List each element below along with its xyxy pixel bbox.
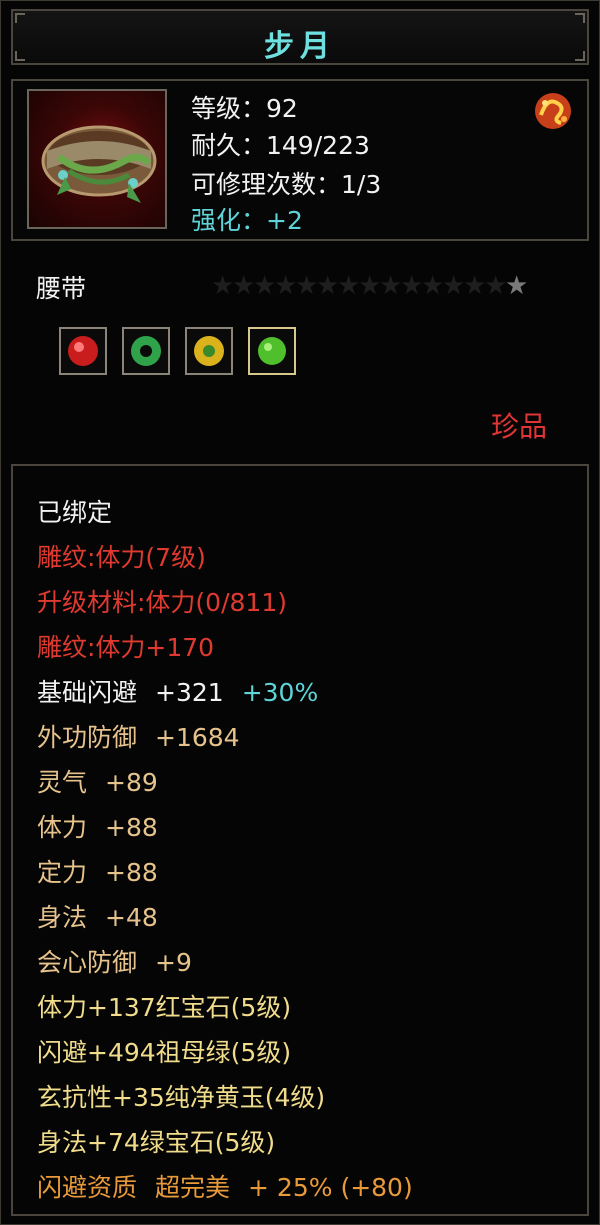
attr-spirit: 灵气 +89 <box>37 768 158 798</box>
attr-dodge-base: 基础闪避 +321 +30% <box>37 678 318 708</box>
attr-label: 灵气 <box>37 768 88 797</box>
attr-label: 体力 <box>37 813 88 842</box>
attr-crit-def: 会心防御 +9 <box>37 948 192 978</box>
attr-label: 基础闪避 <box>37 678 138 707</box>
quality-line: 闪避资质 超完美 + 25% (+80) <box>37 1173 413 1203</box>
star-icon: ★ <box>316 271 340 301</box>
attr-value: +9 <box>155 948 192 977</box>
gem-bonus-line-1: 体力+137红宝石(5级) <box>37 993 292 1022</box>
ruby-gem-icon <box>68 336 98 366</box>
item-type: 腰带 <box>36 274 87 303</box>
engrave-line: 雕纹:体力(7级) <box>37 543 206 572</box>
bind-status: 已绑定 <box>37 498 113 527</box>
attr-label: 定力 <box>37 858 88 887</box>
yellow-jade-icon <box>194 336 224 366</box>
attr-stamina: 体力 +88 <box>37 813 158 843</box>
gem-slot-4[interactable] <box>248 327 296 375</box>
attr-bonus: +30% <box>241 678 319 707</box>
item-name: 步月 <box>264 29 336 64</box>
attribute-panel: 已绑定 雕纹:体力(7级) 升级材料:体力(0/811) 雕纹:体力+170 基… <box>11 464 589 1216</box>
quality-label: 闪避资质 <box>37 1173 138 1202</box>
item-tooltip: 步月 等级：92 耐久：149/223 可修理次数：1/3 强化：+2 腰带 ★… <box>0 0 600 1225</box>
star-icon: ★ <box>274 271 298 301</box>
star-icon: ★ <box>421 271 445 301</box>
star-icon: ★ <box>463 271 487 301</box>
quality-grade: 超完美 <box>155 1173 231 1202</box>
item-level: 等级：92 <box>191 94 298 123</box>
title-bar: 步月 <box>11 9 589 65</box>
attr-value: +321 <box>155 678 224 707</box>
gem-bonus-line-4: 身法+74绿宝石(5级) <box>37 1128 276 1157</box>
belt-icon <box>41 125 157 203</box>
star-icon: ★ <box>442 271 466 301</box>
quality-value: + 25% (+80) <box>248 1173 413 1202</box>
emerald-gem-icon <box>258 337 286 365</box>
upgrade-material-line: 升级材料:体力(0/811) <box>37 588 287 617</box>
attr-label: 身法 <box>37 903 88 932</box>
star-icon: ★ <box>505 271 529 301</box>
item-icon-slot[interactable] <box>27 89 167 229</box>
star-icon: ★ <box>484 271 508 301</box>
gem-slot-2[interactable] <box>122 327 170 375</box>
gem-bonus-line-2: 闪避+494祖母绿(5级) <box>37 1038 292 1067</box>
star-icon: ★ <box>232 271 256 301</box>
attr-label: 外功防御 <box>37 723 138 752</box>
star-icon: ★ <box>253 271 277 301</box>
item-durability: 耐久：149/223 <box>191 131 370 160</box>
star-icon: ★ <box>211 271 235 301</box>
fire-dragon-icon <box>535 93 571 129</box>
attr-value: +1684 <box>155 723 240 752</box>
attr-value: +48 <box>105 903 158 932</box>
item-rarity: 珍品 <box>491 410 548 443</box>
item-info-panel: 等级：92 耐久：149/223 可修理次数：1/3 强化：+2 <box>11 79 589 241</box>
item-enhance: 强化：+2 <box>191 206 303 235</box>
star-icon: ★ <box>295 271 319 301</box>
star-icon: ★ <box>379 271 403 301</box>
star-icon: ★ <box>358 271 382 301</box>
gem-slot-3[interactable] <box>185 327 233 375</box>
star-icon: ★ <box>337 271 361 301</box>
attr-value: +88 <box>105 858 158 887</box>
attr-value: +88 <box>105 813 158 842</box>
attr-external-def: 外功防御 +1684 <box>37 723 240 753</box>
engrave-bonus-line: 雕纹:体力+170 <box>37 633 215 662</box>
attr-focus: 定力 +88 <box>37 858 158 888</box>
gem-bonus-line-3: 玄抗性+35纯净黄玉(4级) <box>37 1083 326 1112</box>
gem-slot-1[interactable] <box>59 327 107 375</box>
item-repair-count: 可修理次数：1/3 <box>191 170 382 199</box>
attr-value: +89 <box>105 768 158 797</box>
star-icon: ★ <box>400 271 424 301</box>
jade-ring-icon <box>131 336 161 366</box>
attr-label: 会心防御 <box>37 948 138 977</box>
attr-agility: 身法 +48 <box>37 903 158 933</box>
